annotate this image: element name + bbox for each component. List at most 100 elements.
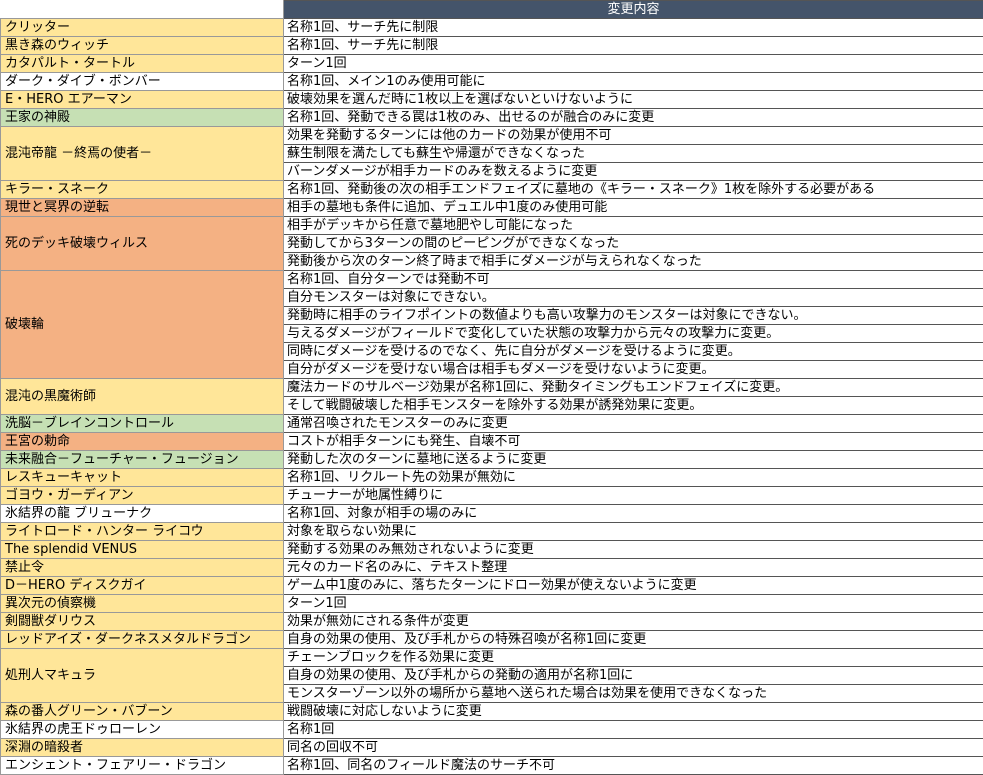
card-name-cell[interactable]: 剣闘獣ダリウス (0, 612, 284, 631)
change-description-cell[interactable]: 蘇生制限を満たしても蘇生や帰還ができなくなった (283, 144, 983, 163)
table-row: レスキューキャット 名称1回、リクルート先の効果が無効に (0, 468, 983, 487)
table-row: 現世と冥界の逆転 相手の墓地も条件に追加、デュエル中1度のみ使用可能 (0, 198, 983, 217)
change-table: 変更内容 クリッター 名称1回、サーチ先に制限 黒き森のウィッチ 名称1回、サーチ先に… (0, 0, 983, 775)
change-description-cell[interactable]: 名称1回、リクルート先の効果が無効に (283, 468, 983, 487)
change-description-cell[interactable]: 対象を取らない効果に (283, 522, 983, 541)
card-name-cell[interactable]: 森の番人グリーン・バブーン (0, 702, 284, 721)
card-name-cell[interactable]: E・HERO エアーマン (0, 90, 284, 109)
table-row: 深淵の暗殺者 同名の回収不可 (0, 738, 983, 757)
card-name-cell[interactable]: レッドアイズ・ダークネスメタルドラゴン (0, 630, 284, 649)
table-row: 死のデッキ破壊ウィルス 相手がデッキから任意で墓地肥やし可能になった (0, 216, 983, 271)
card-name-cell[interactable]: 破壊輪 (0, 270, 284, 379)
change-description-cell[interactable]: 効果を発動するターンには他のカードの効果が使用不可 (283, 126, 983, 145)
change-description-cell[interactable]: 自分がダメージを受けない場合は相手もダメージを受けないように変更。 (283, 360, 983, 379)
card-name-cell[interactable]: レスキューキャット (0, 468, 284, 487)
change-description-cell[interactable]: 名称1回、同名のフィールド魔法のサーチ不可 (283, 756, 983, 775)
change-description-cell[interactable]: 戦闘破壊に対応しないように変更 (283, 702, 983, 721)
table-row: 禁止令 元々のカード名のみに、テキスト整理 (0, 558, 983, 577)
change-description-cell[interactable]: 名称1回、対象が相手の場のみに (283, 504, 983, 523)
change-description-cell[interactable]: 名称1回、発動できる罠は1枚のみ、出せるのが融合のみに変更 (283, 108, 983, 127)
change-description-cell[interactable]: 発動してから3ターンの間のピーピングができなくなった (283, 234, 983, 253)
table-row: 氷結界の虎王ドゥローレン 名称1回 (0, 720, 983, 739)
card-name-cell[interactable]: 禁止令 (0, 558, 284, 577)
change-description-cell[interactable]: 名称1回 (283, 720, 983, 739)
change-description-cell[interactable]: 同時にダメージを受けるのでなく、先に自分がダメージを受けるように変更。 (283, 342, 983, 361)
change-description-cell[interactable]: 同名の回収不可 (283, 738, 983, 757)
card-name-cell[interactable]: ダーク・ダイブ・ボンバー (0, 72, 284, 91)
change-description-cell[interactable]: 自分モンスターは対象にできない。 (283, 288, 983, 307)
header-row: 変更内容 (0, 0, 983, 19)
table-row: 処刑人マキュラ チェーンブロックを作る効果に変更 (0, 648, 983, 703)
card-name-cell[interactable]: 王宮の勅命 (0, 432, 284, 451)
card-name-cell[interactable]: 氷結界の龍 ブリューナク (0, 504, 284, 523)
card-name-cell[interactable]: The splendid VENUS (0, 540, 284, 559)
card-name-cell[interactable]: ライトロード・ハンター ライコウ (0, 522, 284, 541)
change-description-cell[interactable]: ターン1回 (283, 594, 983, 613)
change-description-cell[interactable]: 名称1回、サーチ先に制限 (283, 18, 983, 37)
change-description-cell[interactable]: ゲーム中1度のみに、落ちたターンにドロー効果が使えないように変更 (283, 576, 983, 595)
change-description-cell[interactable]: 名称1回、サーチ先に制限 (283, 36, 983, 55)
change-description-cell[interactable]: 発動後から次のターン終了時まで相手にダメージが与えられなくなった (283, 252, 983, 271)
header-corner-cell[interactable] (0, 0, 284, 19)
card-name-cell[interactable]: 混沌帝龍 －終焉の使者－ (0, 126, 284, 181)
card-name-cell[interactable]: ゴヨウ・ガーディアン (0, 486, 284, 505)
change-description-cell[interactable]: 自身の効果の使用、及び手札からの特殊召喚が名称1回に変更 (283, 630, 983, 649)
table-row: 森の番人グリーン・バブーン 戦闘破壊に対応しないように変更 (0, 702, 983, 721)
card-name-cell[interactable]: 氷結界の虎王ドゥローレン (0, 720, 284, 739)
change-description-cell[interactable]: 発動する効果のみ無効されないように変更 (283, 540, 983, 559)
table-row: ダーク・ダイブ・ボンバー 名称1回、メイン1のみ使用可能に (0, 72, 983, 91)
change-description-cell[interactable]: チューナーが地属性縛りに (283, 486, 983, 505)
card-name-cell[interactable]: エンシェント・フェアリー・ドラゴン (0, 756, 284, 775)
change-description-cell[interactable]: 破壊効果を選んだ時に1枚以上を選ばないといけないように (283, 90, 983, 109)
table-row: 黒き森のウィッチ 名称1回、サーチ先に制限 (0, 36, 983, 55)
change-description-cell[interactable]: モンスターゾーン以外の場所から墓地へ送られた場合は効果を使用できなくなった (283, 684, 983, 703)
table-row: 混沌帝龍 －終焉の使者－ 効果を発動するターンには他のカードの効果が使用不可 (0, 126, 983, 181)
table-row: キラー・スネーク 名称1回、発動後の次の相手エンドフェイズに墓地の《キラー・スネー… (0, 180, 983, 199)
change-description-cell[interactable]: ターン1回 (283, 54, 983, 73)
table-row: 未来融合－フューチャー・フュージョン 発動した次のターンに墓地に送るように変更 (0, 450, 983, 469)
header-changes-cell[interactable]: 変更内容 (283, 0, 983, 19)
change-description-cell[interactable]: 名称1回、メイン1のみ使用可能に (283, 72, 983, 91)
table-row: 混沌の黒魔術師 魔法カードのサルベージ効果が名称1回に、発動タイミングもエンドフェ… (0, 378, 983, 415)
change-description-cell[interactable]: コストが相手ターンにも発生、自壊不可 (283, 432, 983, 451)
card-name-cell[interactable]: 混沌の黒魔術師 (0, 378, 284, 415)
table-row: 異次元の偵察機 ターン1回 (0, 594, 983, 613)
table-row: The splendid VENUS 発動する効果のみ無効されないように変更 (0, 540, 983, 559)
card-name-cell[interactable]: D－HERO ディスクガイ (0, 576, 284, 595)
change-description-cell[interactable]: 与えるダメージがフィールドで変化していた状態の攻撃力から元々の攻撃力に変更。 (283, 324, 983, 343)
table-row: カタパルト・タートル ターン1回 (0, 54, 983, 73)
card-name-cell[interactable]: 処刑人マキュラ (0, 648, 284, 703)
table-row: 剣闘獣ダリウス 効果が無効にされる条件が変更 (0, 612, 983, 631)
card-name-cell[interactable]: 洗脳－ブレインコントロール (0, 414, 284, 433)
change-description-cell[interactable]: 発動した次のターンに墓地に送るように変更 (283, 450, 983, 469)
change-description-cell[interactable]: 自身の効果の使用、及び手札からの発動の適用が名称1回に (283, 666, 983, 685)
change-description-cell[interactable]: 元々のカード名のみに、テキスト整理 (283, 558, 983, 577)
table-row: ゴヨウ・ガーディアン チューナーが地属性縛りに (0, 486, 983, 505)
change-description-cell[interactable]: チェーンブロックを作る効果に変更 (283, 648, 983, 667)
change-description-cell[interactable]: 効果が無効にされる条件が変更 (283, 612, 983, 631)
change-description-cell[interactable]: 発動時に相手のライフポイントの数値よりも高い攻撃力のモンスターは対象にできない。 (283, 306, 983, 325)
card-name-cell[interactable]: キラー・スネーク (0, 180, 284, 199)
table-row: D－HERO ディスクガイ ゲーム中1度のみに、落ちたターンにドロー効果が使えない… (0, 576, 983, 595)
table-row: 王宮の勅命 コストが相手ターンにも発生、自壊不可 (0, 432, 983, 451)
card-name-cell[interactable]: クリッター (0, 18, 284, 37)
card-name-cell[interactable]: 深淵の暗殺者 (0, 738, 284, 757)
change-description-cell[interactable]: 相手の墓地も条件に追加、デュエル中1度のみ使用可能 (283, 198, 983, 217)
table-row: エンシェント・フェアリー・ドラゴン 名称1回、同名のフィールド魔法のサーチ不可 (0, 756, 983, 775)
change-description-cell[interactable]: 名称1回、発動後の次の相手エンドフェイズに墓地の《キラー・スネーク》1枚を除外す… (283, 180, 983, 199)
change-description-cell[interactable]: 相手がデッキから任意で墓地肥やし可能になった (283, 216, 983, 235)
table-row: レッドアイズ・ダークネスメタルドラゴン 自身の効果の使用、及び手札からの特殊召喚が… (0, 630, 983, 649)
card-name-cell[interactable]: カタパルト・タートル (0, 54, 284, 73)
card-name-cell[interactable]: 死のデッキ破壊ウィルス (0, 216, 284, 271)
card-name-cell[interactable]: 王家の神殿 (0, 108, 284, 127)
card-name-cell[interactable]: 黒き森のウィッチ (0, 36, 284, 55)
card-name-cell[interactable]: 異次元の偵察機 (0, 594, 284, 613)
table-row: E・HERO エアーマン 破壊効果を選んだ時に1枚以上を選ばないといけないように (0, 90, 983, 109)
change-description-cell[interactable]: そして戦闘破壊した相手モンスターを除外する効果が誘発効果に変更。 (283, 396, 983, 415)
change-description-cell[interactable]: バーンダメージが相手カードのみを数えるように変更 (283, 162, 983, 181)
change-description-cell[interactable]: 魔法カードのサルベージ効果が名称1回に、発動タイミングもエンドフェイズに変更。 (283, 378, 983, 397)
change-description-cell[interactable]: 名称1回、自分ターンでは発動不可 (283, 270, 983, 289)
change-description-cell[interactable]: 通常召喚されたモンスターのみに変更 (283, 414, 983, 433)
card-name-cell[interactable]: 未来融合－フューチャー・フュージョン (0, 450, 284, 469)
card-name-cell[interactable]: 現世と冥界の逆転 (0, 198, 284, 217)
